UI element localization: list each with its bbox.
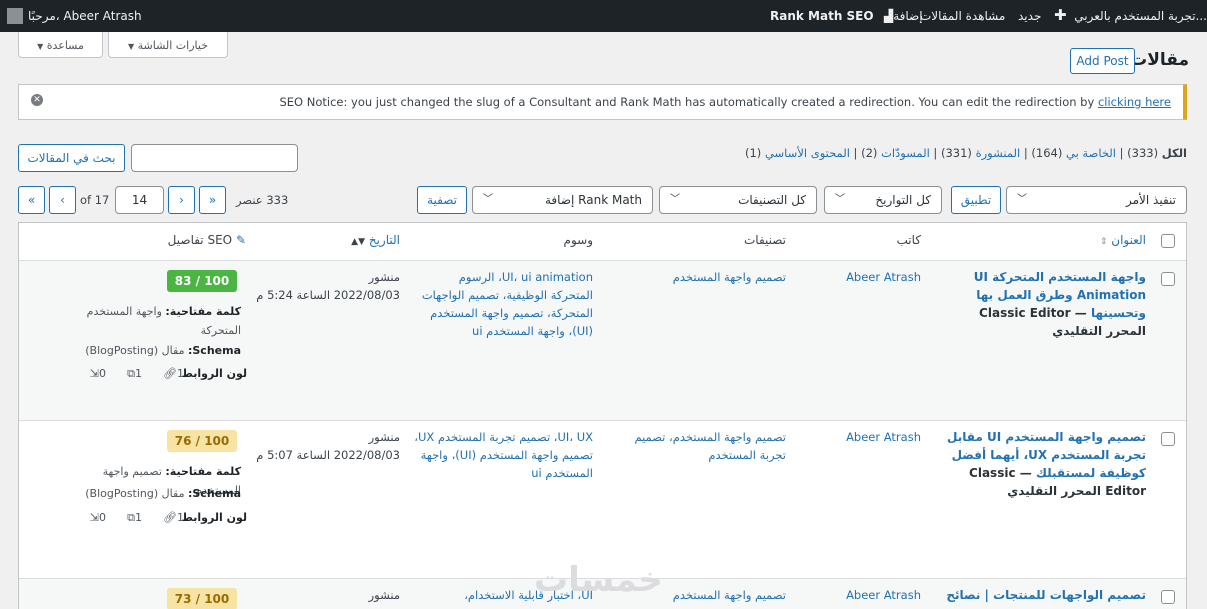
watermark: خمسات — [534, 560, 663, 600]
column-categories: تصنيفات — [743, 233, 786, 247]
post-date: منشور 2022/08/03 الساعة 5:07 م — [256, 430, 400, 462]
row-checkbox[interactable] — [1161, 590, 1175, 604]
link-counts: لون الروابط 🔗︎ 1 ⧉ 1 ⇲ 0 — [89, 511, 247, 524]
chevron-down-icon: ﹀ — [835, 194, 845, 205]
current-page-input[interactable]: 14 — [115, 186, 164, 214]
post-title: تصميم الواجهات للمنتجات | نصائح — [946, 588, 1146, 602]
posts-table: ⇕ العنوان كاتب تصنيفات وسوم ▲▼ التاريخ ت… — [18, 222, 1187, 609]
add-post-button[interactable]: Add Post — [1070, 48, 1135, 74]
seo-score-badge: 83 / 100 — [167, 270, 237, 292]
post-categories[interactable]: تصميم واجهة المستخدم — [626, 268, 786, 286]
admin-bar: تجربة المستخدم بالعربي... ✚ جديد مشاهدة … — [0, 0, 1207, 32]
post-author[interactable]: Abeer Atrash — [846, 428, 921, 446]
screen-options-button[interactable]: ▼ خيارات الشاشة — [108, 32, 228, 58]
avatar[interactable] — [7, 8, 23, 24]
filter-button[interactable]: تصفية — [417, 186, 467, 214]
table-row: تصميم واجهة المستخدم UI مقابل تجربة المس… — [19, 420, 1186, 578]
notice-text: SEO Notice: you just changed the slug of… — [279, 95, 1095, 109]
post-title: واجهة المستخدم المتحركة UI Animation وطر… — [973, 270, 1146, 338]
total-pages: of 17 — [80, 193, 110, 207]
view-mine[interactable]: الخاصة بي — [1066, 146, 1116, 160]
new-link[interactable]: جديد — [1018, 9, 1041, 23]
column-title[interactable]: ⇕ العنوان — [1100, 233, 1146, 247]
category-filter-select[interactable]: ﹀ كل التصنيفات — [659, 186, 817, 214]
post-tags[interactable]: UI، ui animation، الرسوم المتحركة الوظيف… — [413, 268, 593, 340]
pencil-icon[interactable]: ✎ — [236, 233, 246, 247]
column-date[interactable]: ▲▼ التاريخ — [351, 233, 400, 247]
view-all[interactable]: الكل — [1162, 146, 1187, 160]
schema-info: Schema: مقال (BlogPosting) — [85, 344, 241, 357]
dismiss-icon[interactable]: ✕ — [31, 94, 43, 106]
link-counts: لون الروابط 🔗︎ 1 ⧉ 1 ⇲ 0 — [89, 367, 247, 380]
view-cornerstone[interactable]: المحتوى الأساسي — [765, 146, 850, 160]
incoming-link-icon: ⇲ 0 — [89, 511, 106, 524]
first-page-button[interactable]: » — [199, 186, 226, 214]
incoming-link-icon: ⇲ 0 — [89, 367, 106, 380]
post-date: منشور 2022/08/03 الساعة 5:24 م — [256, 270, 400, 302]
column-seo: تفاصيل SEO ✎ — [167, 233, 246, 247]
next-page-button[interactable]: ‹ — [49, 186, 76, 214]
search-input[interactable] — [131, 144, 298, 172]
last-page-button[interactable]: « — [18, 186, 45, 214]
bulk-action-select[interactable]: ﹀ تنفيذ الأمر — [1006, 186, 1187, 214]
focus-keyword: كلمة مفتاحية: واجهة المستخدم المتحركة — [86, 305, 241, 337]
row-checkbox[interactable] — [1161, 432, 1175, 446]
post-date: منشور — [368, 588, 400, 602]
post-categories[interactable]: تصميم واجهة المستخدم، تصميم تجربة المستخ… — [626, 428, 786, 464]
help-button[interactable]: ▼ مساعدة — [18, 32, 103, 58]
seo-score-badge: 73 / 100 — [167, 588, 237, 609]
notice-link[interactable]: clicking here — [1098, 95, 1171, 109]
post-title: تصميم واجهة المستخدم UI مقابل تجربة المس… — [947, 430, 1146, 498]
greeting-link[interactable]: مرحبًا، Abeer Atrash — [28, 9, 142, 23]
view-posts-link[interactable]: مشاهدة المقالات — [920, 9, 1005, 23]
items-count: 333 عنصر — [236, 193, 289, 207]
column-tags: وسوم — [563, 233, 593, 247]
seo-notice: ✕ SEO Notice: you just changed the slug … — [18, 84, 1187, 120]
post-author[interactable]: Abeer Atrash — [846, 586, 921, 604]
select-all-checkbox[interactable] — [1161, 234, 1175, 248]
apply-button[interactable]: تطبيق — [951, 186, 1001, 214]
view-published[interactable]: المنشورة — [976, 146, 1021, 160]
chevron-down-icon: ﹀ — [1017, 194, 1027, 205]
internal-link-icon: 🔗︎ 1 — [163, 511, 184, 524]
column-author: كاتب — [896, 233, 922, 247]
search-button[interactable]: بحث في المقالات — [18, 144, 125, 172]
seo-score-badge: 76 / 100 — [167, 430, 237, 452]
schema-info: Schema: مقال (BlogPosting) — [85, 487, 241, 500]
chevron-down-icon: ﹀ — [483, 194, 493, 205]
page-title: مقالات — [1130, 50, 1189, 70]
table-row: واجهة المستخدم المتحركة UI Animation وطر… — [19, 260, 1186, 420]
post-tags[interactable]: UI، UX، تصميم تجربة المستخدم UX، تصميم و… — [413, 428, 593, 482]
chevron-down-icon: ﹀ — [670, 194, 680, 205]
view-drafts[interactable]: المسودّات — [881, 146, 930, 160]
site-name-link[interactable]: تجربة المستخدم بالعربي... — [1074, 9, 1207, 23]
internal-link-icon: 🔗︎ 1 — [163, 367, 184, 380]
external-link-icon: ⧉ 1 — [127, 367, 142, 380]
rankmath-link[interactable]: Rank Math SEO — [770, 9, 874, 23]
rankmath-filter-select[interactable]: ﹀ إضافة Rank Math — [472, 186, 653, 214]
views-list: الكل (333) | الخاصة بي (164) | المنشورة … — [744, 146, 1187, 160]
date-filter-select[interactable]: ﹀ كل التواريخ — [824, 186, 942, 214]
plus-icon[interactable]: ✚ — [1054, 6, 1067, 24]
row-checkbox[interactable] — [1161, 272, 1175, 286]
prev-page-button[interactable]: › — [168, 186, 195, 214]
rankmath-icon[interactable]: ▟إضافة — [884, 9, 923, 23]
post-author[interactable]: Abeer Atrash — [846, 268, 921, 286]
external-link-icon: ⧉ 1 — [127, 511, 142, 524]
